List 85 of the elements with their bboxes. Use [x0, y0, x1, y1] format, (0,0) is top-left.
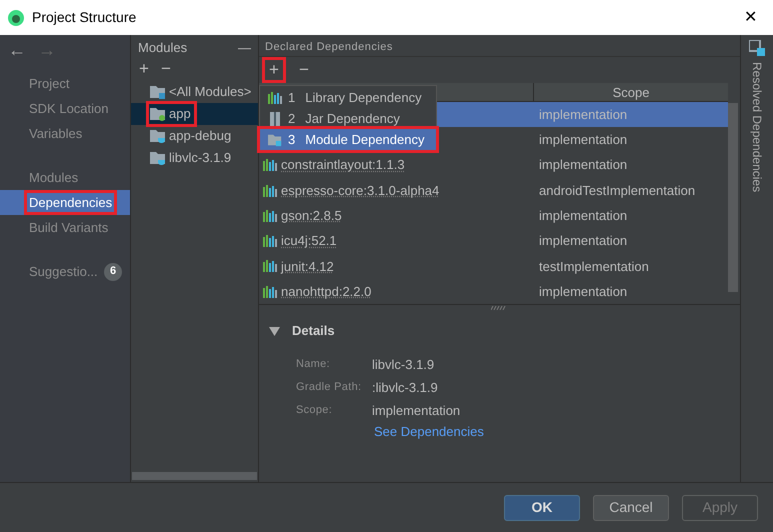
scope-cell-text: implementation	[538, 106, 628, 124]
table-row[interactable]: constraintlayout:1.1.3 implementation	[259, 152, 728, 178]
sidebar-item[interactable]: Variables	[0, 121, 130, 146]
side-tab[interactable]: Resolved Dependencies	[748, 62, 766, 192]
library-icon	[263, 184, 277, 197]
details-heading: Details	[292, 322, 335, 340]
dependency-name: nanohttpd:2.2.0	[281, 282, 372, 301]
table-row[interactable]: junit:4.12 testImplementation	[259, 254, 728, 280]
folder-icon	[150, 107, 166, 121]
column-header[interactable]: Scope	[534, 83, 728, 101]
scope-cell-text: implementation	[538, 282, 628, 301]
scope-cell-text: testImplementation	[538, 258, 649, 276]
field-value: libvlc-3.1.9	[372, 356, 434, 374]
table-row[interactable]: icu4j:52.1 implementation	[259, 228, 728, 254]
sidebar-item[interactable]: Modules	[0, 165, 130, 190]
sidebar-label: Dependencies	[27, 192, 114, 212]
folder-icon	[150, 129, 166, 143]
field-value: :libvlc-3.1.9	[372, 378, 438, 397]
folder-icon	[268, 132, 282, 146]
library-icon	[263, 210, 277, 222]
module-label: app	[149, 104, 194, 124]
scope-cell-text: androidTestImplementation	[538, 182, 696, 200]
module-item[interactable]: app-debug	[131, 125, 258, 147]
folder-icon	[150, 151, 166, 165]
count-badge: 6	[104, 262, 122, 280]
field-label: Gradle Path:	[296, 380, 362, 396]
table-row[interactable]: espresso-core:3.1.0-alpha4 androidTestImplementation	[259, 178, 728, 204]
module-item[interactable]: <All Modules>	[131, 81, 258, 103]
sidebar-item[interactable]: SDK Location	[0, 96, 130, 121]
menu-number: 2	[288, 110, 296, 128]
sidebar-item[interactable]: Suggestio... 6	[0, 259, 130, 284]
scope-cell-text: implementation	[538, 207, 628, 226]
dialog-button[interactable]: Cancel	[593, 494, 669, 520]
folder-icon	[150, 85, 166, 99]
module-item[interactable]: libvlc-3.1.9	[131, 147, 258, 169]
field-value: implementation	[372, 402, 460, 420]
library-icon	[263, 235, 277, 248]
sidebar-item[interactable]: Build Variants	[0, 215, 130, 240]
dependency-name: gson:2.8.5	[281, 207, 342, 226]
scope-cell-text: implementation	[538, 156, 628, 174]
menu-number: 3	[288, 130, 296, 149]
dependency-name: junit:4.12	[281, 258, 334, 276]
sidebar-label: Suggestio...	[28, 262, 99, 281]
sidebar-label: Modules	[28, 168, 80, 187]
module-label: <All Modules>	[149, 82, 254, 102]
remove-button[interactable]: −	[298, 57, 309, 83]
dependency-name: espresso-core:3.1.0-alpha4	[281, 182, 440, 200]
module-label: libvlc-3.1.9	[149, 148, 234, 168]
sidebar-label: Variables	[28, 124, 84, 143]
back-button[interactable]: ←	[8, 36, 26, 64]
menu-item[interactable]: 3 Module Dependency	[260, 129, 436, 150]
splitter-grip-icon	[491, 306, 507, 310]
sidebar-label: Build Variants	[28, 218, 110, 237]
close-button[interactable]: ✕	[736, 6, 765, 30]
panel-title: Modules	[138, 39, 188, 58]
field-label: Scope:	[296, 403, 334, 418]
sidebar-item[interactable]: Project	[0, 71, 130, 96]
dependency-name: constraintlayout:1.1.3	[281, 156, 405, 174]
add-button[interactable]: +	[265, 60, 283, 80]
module-item[interactable]: app	[131, 103, 258, 125]
dependency-name: icu4j:52.1	[281, 232, 337, 250]
add-button[interactable]: +	[139, 56, 149, 82]
library-icon	[263, 286, 277, 298]
table-row[interactable]: gson:2.8.5 implementation	[259, 203, 728, 228]
sidebar-label: Project	[28, 74, 70, 93]
menu-label: Jar Dependency	[305, 110, 400, 128]
remove-button[interactable]: −	[160, 56, 171, 82]
module-label: app-debug	[149, 126, 234, 146]
dialog-button[interactable]: OK	[504, 494, 580, 520]
see-dependencies-link[interactable]: See Dependencies	[374, 422, 730, 442]
menu-item[interactable]: 2 Jar Dependency	[260, 108, 436, 129]
jar-icon	[270, 112, 280, 126]
dependencies-icon	[749, 40, 765, 56]
menu-label: Module Dependency	[305, 130, 424, 149]
scope-cell-text: implementation	[538, 232, 628, 250]
library-icon	[268, 92, 282, 104]
field-label: Name:	[296, 357, 331, 372]
window-title: Project Structure	[32, 8, 136, 27]
sidebar-label: SDK Location	[28, 100, 110, 118]
library-icon	[263, 260, 277, 272]
collapse-button[interactable]: —	[238, 38, 251, 58]
library-icon	[263, 159, 277, 172]
panel-title: Declared Dependencies	[265, 40, 393, 56]
table-row[interactable]: nanohttpd:2.2.0 implementation	[259, 279, 728, 304]
sidebar-item[interactable]: Dependencies	[0, 190, 130, 215]
